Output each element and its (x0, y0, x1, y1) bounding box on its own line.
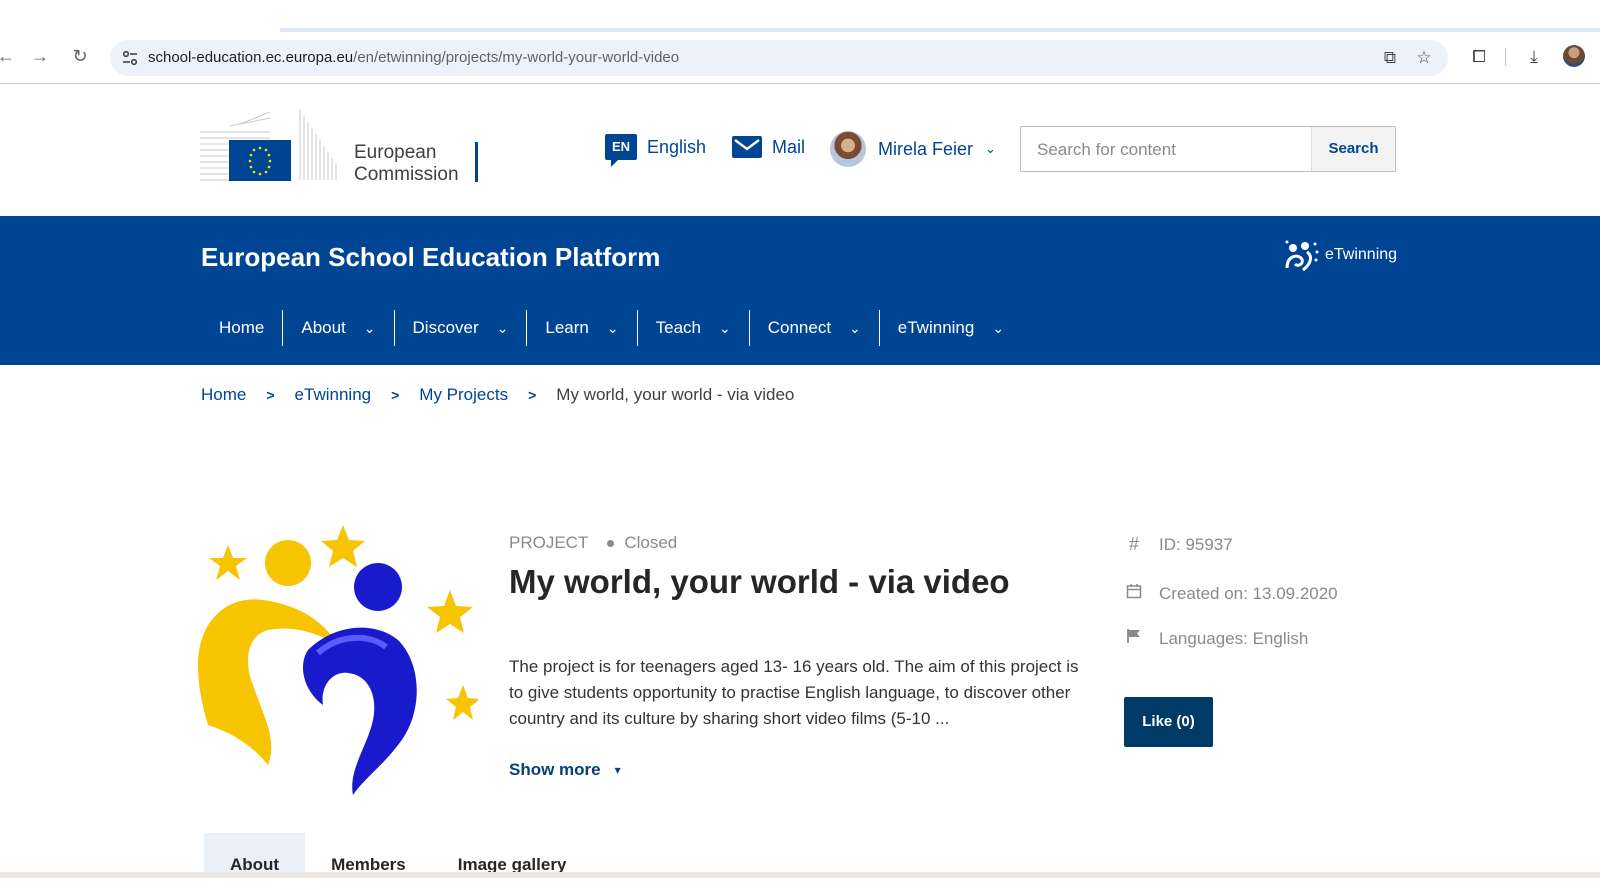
project-languages: Languages: English (1159, 628, 1309, 648)
site-title[interactable]: European School Education Platform (201, 242, 660, 273)
tab-image-gallery[interactable]: Image gallery (432, 833, 593, 874)
etwinning-icon (1285, 240, 1319, 272)
mail-label: Mail (772, 136, 806, 157)
menu-item-discover[interactable]: Discover ⌄ (395, 310, 528, 346)
language-label: English (647, 136, 707, 157)
chevron-down-icon: ⌄ (606, 319, 619, 336)
breadcrumb-current: My world, your world - via video (556, 385, 795, 404)
page-title: My world, your world - via video (509, 563, 1010, 600)
chevron-right-icon: > (266, 387, 275, 403)
chevron-down-icon: ⌄ (992, 319, 1005, 336)
site-search: Search for content Search (1020, 126, 1396, 172)
chevron-down-icon: ▾ (614, 763, 621, 777)
hash-icon: # (1128, 534, 1139, 554)
chevron-down-icon: ⌄ (985, 141, 996, 156)
back-icon[interactable]: ← (0, 44, 18, 68)
menu-item-about[interactable]: About ⌄ (283, 310, 395, 346)
calendar-icon (1124, 583, 1144, 604)
flag-icon (1124, 628, 1144, 649)
breadcrumb-my-projects[interactable]: My Projects (419, 385, 508, 405)
user-avatar (830, 131, 866, 167)
breadcrumb-etwinning[interactable]: eTwinning (295, 385, 372, 405)
translate-icon[interactable]: ⧉ (1380, 48, 1400, 68)
extensions-icon[interactable]: ⧠ (1468, 46, 1490, 68)
menu-item-teach[interactable]: Teach ⌄ (638, 310, 750, 346)
language-selector[interactable]: EN English (605, 134, 707, 167)
reload-icon[interactable]: ↻ (68, 44, 92, 68)
language-code-badge: EN (605, 134, 637, 167)
download-icon[interactable]: ⤓ (1523, 46, 1545, 68)
show-more-label: Show more (509, 760, 601, 779)
site-settings-icon[interactable] (120, 48, 140, 68)
project-languages-row: Languages: English (1124, 628, 1308, 649)
menu-item-etwinning[interactable]: eTwinning ⌄ (880, 310, 1022, 346)
project-description: The project is for teenagers aged 13- 16… (509, 657, 1079, 728)
status-dot-icon (607, 539, 615, 547)
project-status: Closed (624, 533, 678, 552)
svg-text:Commission: Commission (354, 164, 459, 185)
project-id-row: # ID: 95937 (1124, 534, 1233, 555)
menu-item-learn[interactable]: Learn ⌄ (527, 310, 638, 346)
chevron-down-icon: ⌄ (718, 319, 731, 336)
etwinning-logo-text: eTwinning (1325, 246, 1398, 263)
project-created: Created on: 13.09.2020 (1159, 583, 1338, 603)
etwinning-logo[interactable]: eTwinning (1283, 238, 1397, 272)
chevron-down-icon: ⌄ (849, 319, 861, 336)
breadcrumb-home[interactable]: Home (201, 385, 246, 405)
tab-members[interactable]: Members (305, 833, 432, 874)
search-input[interactable]: Search for content (1037, 140, 1176, 160)
like-button[interactable]: Like (0) (1124, 697, 1213, 747)
chevron-right-icon: > (391, 387, 400, 403)
project-id: ID: 95937 (1159, 534, 1233, 554)
search-button[interactable]: Search (1311, 127, 1395, 171)
bookmark-star-icon[interactable]: ☆ (1414, 48, 1434, 68)
address-bar[interactable]: school-education.ec.europa.eu/en/etwinni… (110, 40, 1448, 76)
user-menu[interactable]: Mirela Feier ⌄ (830, 131, 996, 167)
window-bottom-edge (0, 872, 1600, 878)
browser-toolbar: ← → ↻ school-education.ec.europa.eu/en/e… (0, 0, 1600, 84)
url-text: school-education.ec.europa.eu/en/etwinni… (148, 49, 680, 66)
project-tabs: About Members Image gallery (204, 833, 593, 874)
show-more-button[interactable]: Show more ▾ (509, 760, 621, 780)
menu-item-home[interactable]: Home (202, 310, 284, 346)
menu-item-connect[interactable]: Connect ⌄ (750, 310, 880, 346)
mail-icon (732, 136, 762, 158)
site-banner: European School Education Platform eTwin… (0, 216, 1600, 365)
forward-icon[interactable]: → (28, 44, 52, 68)
user-name: Mirela Feier (878, 138, 974, 159)
tab-about[interactable]: About (204, 833, 306, 874)
chevron-down-icon: ⌄ (363, 319, 376, 336)
european-commission-logo[interactable]: European Commission (200, 110, 480, 188)
project-created-row: Created on: 13.09.2020 (1124, 583, 1338, 604)
main-menu: Home About ⌄ Discover ⌄ Learn ⌄ Teach ⌄ Conn… (202, 310, 1022, 346)
project-type-label: PROJECT (509, 533, 589, 552)
mail-link[interactable]: Mail (732, 136, 805, 158)
breadcrumb: Home > eTwinning > My Projects > My worl… (201, 385, 794, 405)
tab-strip (0, 28, 1600, 32)
chevron-right-icon: > (528, 387, 537, 403)
project-logo-image (198, 525, 478, 795)
browser-profile-avatar[interactable] (1563, 45, 1585, 67)
svg-text:European: European (354, 142, 436, 163)
project-status-line: PROJECT Closed (509, 533, 677, 553)
chevron-down-icon: ⌄ (496, 319, 509, 336)
